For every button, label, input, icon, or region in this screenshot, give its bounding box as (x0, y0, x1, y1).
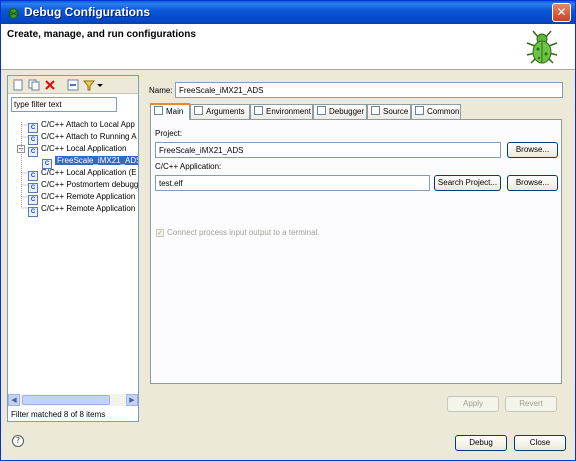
search-project-button[interactable]: Search Project... (434, 175, 501, 191)
browse-project-button[interactable]: Browse... (507, 142, 558, 158)
new-configuration-icon[interactable] (11, 78, 25, 92)
banner-title: Create, manage, and run configurations (7, 29, 196, 40)
connect-terminal-label: Connect process input output to a termin… (167, 228, 320, 237)
scrollbar-thumb[interactable] (22, 395, 110, 405)
tree-item[interactable]: C C/C++ Local Application (E (28, 167, 137, 181)
collapse-all-icon[interactable] (66, 78, 80, 92)
application-label: C/C++ Application: (155, 162, 222, 171)
connect-terminal-checkbox[interactable]: ✓ (156, 229, 164, 237)
tree-item[interactable]: C C/C++ Remote Application (28, 203, 135, 217)
tree-item[interactable]: C C/C++ Attach to Running A (28, 131, 137, 145)
debug-icon (7, 8, 20, 19)
tree-item-selected[interactable]: C FreeScale_iMX21_ADS (42, 155, 138, 169)
tab-arguments[interactable]: Arguments (190, 104, 250, 119)
name-field[interactable] (175, 82, 563, 98)
tab-main[interactable]: Main (150, 103, 190, 120)
common-icon (415, 106, 424, 115)
dropdown-arrow-icon[interactable] (96, 78, 104, 92)
scroll-left-arrow-icon[interactable]: ◀ (8, 394, 20, 406)
c-config-type-icon: C (28, 147, 38, 157)
bug-icon (526, 30, 558, 64)
main-tab-panel: Project: Browse... C/C++ Application: Se… (150, 119, 562, 384)
name-label: Name: (149, 86, 173, 95)
debug-button[interactable]: Debug (455, 435, 507, 451)
filter-input[interactable] (11, 97, 117, 112)
horizontal-scrollbar[interactable]: ◀ ▶ (8, 394, 138, 406)
delete-icon[interactable] (43, 78, 57, 92)
c-config-type-icon: C (28, 207, 38, 217)
tab-common[interactable]: Common (411, 104, 461, 119)
tree-connector-lines (21, 122, 28, 209)
main-tab-icon (154, 106, 163, 115)
tree-item[interactable]: C C/C++ Local Application (28, 143, 126, 157)
source-icon (371, 106, 380, 115)
title-bar[interactable]: Debug Configurations ✕ (1, 1, 575, 24)
project-field[interactable] (155, 142, 501, 158)
header-banner: Create, manage, and run configurations (1, 24, 575, 70)
scroll-right-arrow-icon[interactable]: ▶ (126, 394, 138, 406)
arguments-icon (194, 106, 203, 115)
application-field[interactable] (155, 175, 430, 191)
tab-source[interactable]: Source (367, 104, 411, 119)
close-window-button[interactable]: ✕ (552, 3, 571, 22)
debug-configurations-window: Debug Configurations ✕ Create, manage, a… (0, 0, 576, 461)
tree-toolbar (8, 76, 138, 94)
configuration-editor: Name: Main Arguments Environment Debugge… (141, 75, 569, 422)
browse-application-button[interactable]: Browse... (507, 175, 558, 191)
configuration-tree: C C/C++ Attach to Local App C C/C++ Attach… (8, 116, 138, 396)
configuration-tree-pane: CC/C++ Attach to Local App CC/C++ Attach… (7, 75, 139, 422)
tree-item[interactable]: C C/C++ Remote Application (28, 191, 135, 205)
apply-button[interactable]: Apply (447, 396, 499, 412)
revert-button[interactable]: Revert (505, 396, 557, 412)
window-title: Debug Configurations (24, 5, 150, 19)
project-label: Project: (155, 129, 183, 138)
filter-status: Filter matched 8 of 8 items (11, 410, 106, 419)
tree-item[interactable]: C C/C++ Postmortem debugg (28, 179, 138, 193)
duplicate-icon[interactable] (27, 78, 41, 92)
close-button[interactable]: Close (514, 435, 566, 451)
filter-icon[interactable] (82, 78, 96, 92)
tree-item[interactable]: C C/C++ Attach to Local App (28, 119, 135, 133)
debugger-icon (317, 106, 326, 115)
environment-icon (254, 106, 263, 115)
help-icon[interactable]: ? (12, 435, 24, 447)
tab-environment[interactable]: Environment (250, 104, 313, 119)
tab-debugger[interactable]: Debugger (313, 104, 367, 119)
